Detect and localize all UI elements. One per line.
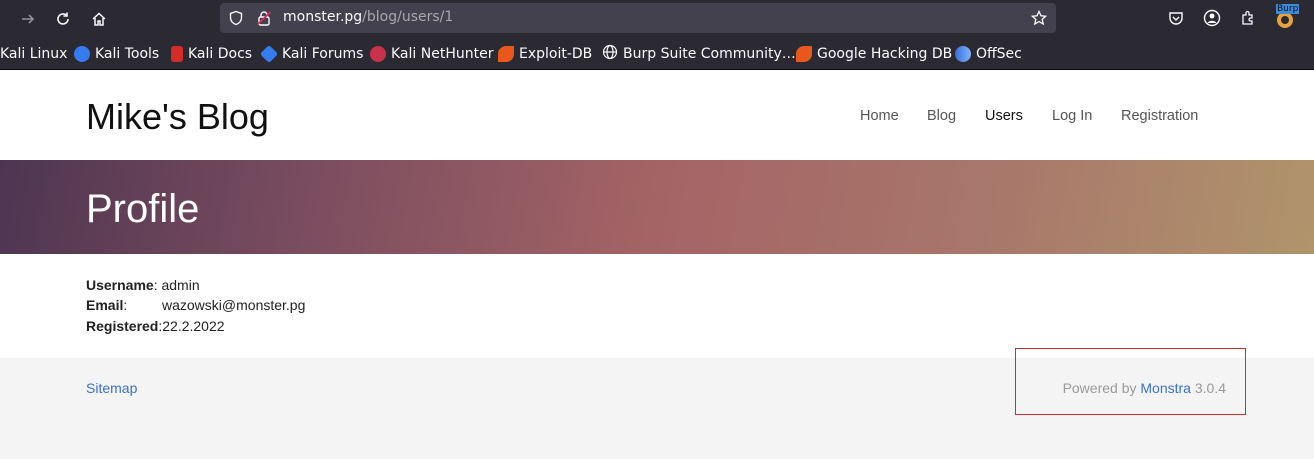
kali-forums-icon <box>259 44 279 64</box>
bookmark-google-hacking-db[interactable]: Google Hacking DB <box>796 45 952 63</box>
bookmark-kali-linux[interactable]: Kali Linux <box>0 45 67 63</box>
web-page: Mike's Blog Home Blog Users Log In Regis… <box>0 70 1314 459</box>
registered-key: Registered <box>86 318 159 334</box>
bookmark-label: Burp Suite Community… <box>623 46 796 62</box>
username-key: Username <box>86 277 154 293</box>
burp-badge: Burp <box>1276 4 1300 14</box>
bookmark-label: Kali Tools <box>95 46 160 62</box>
profile-details: Username: admin Email: wazowski@monster.p… <box>0 254 1314 358</box>
annotation-highlight-box <box>1015 348 1246 415</box>
profile-registered-row: Registered:22.2.2022 <box>86 318 225 334</box>
nav-blog[interactable]: Blog <box>927 108 956 124</box>
profile-username-row: Username: admin <box>86 277 200 293</box>
url-host: monster.pg <box>283 9 363 25</box>
kali-tools-icon <box>74 46 90 62</box>
offsec-icon <box>955 46 971 62</box>
insecure-lock-icon[interactable] <box>255 9 273 27</box>
bookmark-exploit-db[interactable]: Exploit-DB <box>498 45 592 63</box>
reload-icon[interactable] <box>50 6 76 32</box>
url-text[interactable]: monster.pg/blog/users/1 <box>283 9 453 25</box>
extensions-icon[interactable] <box>1238 8 1258 28</box>
bookmark-offsec[interactable]: OffSec <box>955 45 1022 63</box>
browser-toolbar: monster.pg/blog/users/1 Burp <box>0 0 1314 37</box>
profile-email-row: Email: wazowski@monster.pg <box>86 297 305 313</box>
page-title: Profile <box>86 187 200 231</box>
pocket-icon[interactable] <box>1166 8 1186 28</box>
site-footer: Sitemap Powered by Monstra 3.0.4 <box>0 348 1314 459</box>
globe-icon <box>602 44 618 64</box>
bookmark-star-icon[interactable] <box>1030 9 1048 27</box>
shield-icon[interactable] <box>227 9 245 27</box>
forward-icon[interactable] <box>15 6 41 32</box>
bookmark-kali-tools[interactable]: Kali Tools <box>74 45 159 63</box>
kali-nethunter-icon <box>370 46 386 62</box>
kali-docs-icon <box>171 46 183 62</box>
exploit-db-icon <box>796 46 812 62</box>
address-bar[interactable]: monster.pg/blog/users/1 <box>220 3 1056 33</box>
username-value: admin <box>161 277 200 293</box>
bookmark-label: Kali Docs <box>188 46 253 62</box>
burp-extension-icon[interactable]: Burp <box>1274 4 1300 30</box>
bookmark-label: Google Hacking DB <box>817 46 953 62</box>
bookmark-label: OffSec <box>976 46 1022 62</box>
email-sep: : <box>123 297 128 313</box>
nav-log-in[interactable]: Log In <box>1052 108 1092 124</box>
bookmark-label: Kali Linux <box>0 46 68 62</box>
bookmark-kali-nethunter[interactable]: Kali NetHunter <box>370 45 493 63</box>
bookmark-label: Kali Forums <box>282 46 364 62</box>
nav-registration[interactable]: Registration <box>1121 108 1198 124</box>
registered-value: 22.2.2022 <box>162 318 225 334</box>
bookmark-label: Kali NetHunter <box>391 46 494 62</box>
bookmark-kali-forums[interactable]: Kali Forums <box>259 44 364 64</box>
nav-users[interactable]: Users <box>985 108 1023 124</box>
bookmark-kali-docs[interactable]: Kali Docs <box>171 45 252 63</box>
bookmark-label: Exploit-DB <box>519 46 593 62</box>
email-key: Email <box>86 297 124 313</box>
bookmark-burp-suite[interactable]: Burp Suite Community… <box>602 44 796 64</box>
home-icon[interactable] <box>86 6 112 32</box>
site-header: Mike's Blog Home Blog Users Log In Regis… <box>0 70 1314 160</box>
sitemap-link[interactable]: Sitemap <box>86 380 137 396</box>
url-path: /blog/users/1 <box>362 9 454 25</box>
exploit-db-icon <box>498 46 514 62</box>
account-icon[interactable] <box>1202 8 1222 28</box>
site-brand[interactable]: Mike's Blog <box>86 96 269 138</box>
email-value: wazowski@monster.pg <box>162 297 306 313</box>
page-banner: Profile <box>0 160 1314 254</box>
bookmarks-toolbar: Kali Linux Kali Tools Kali Docs Kali For… <box>0 37 1314 70</box>
nav-home[interactable]: Home <box>860 108 899 124</box>
